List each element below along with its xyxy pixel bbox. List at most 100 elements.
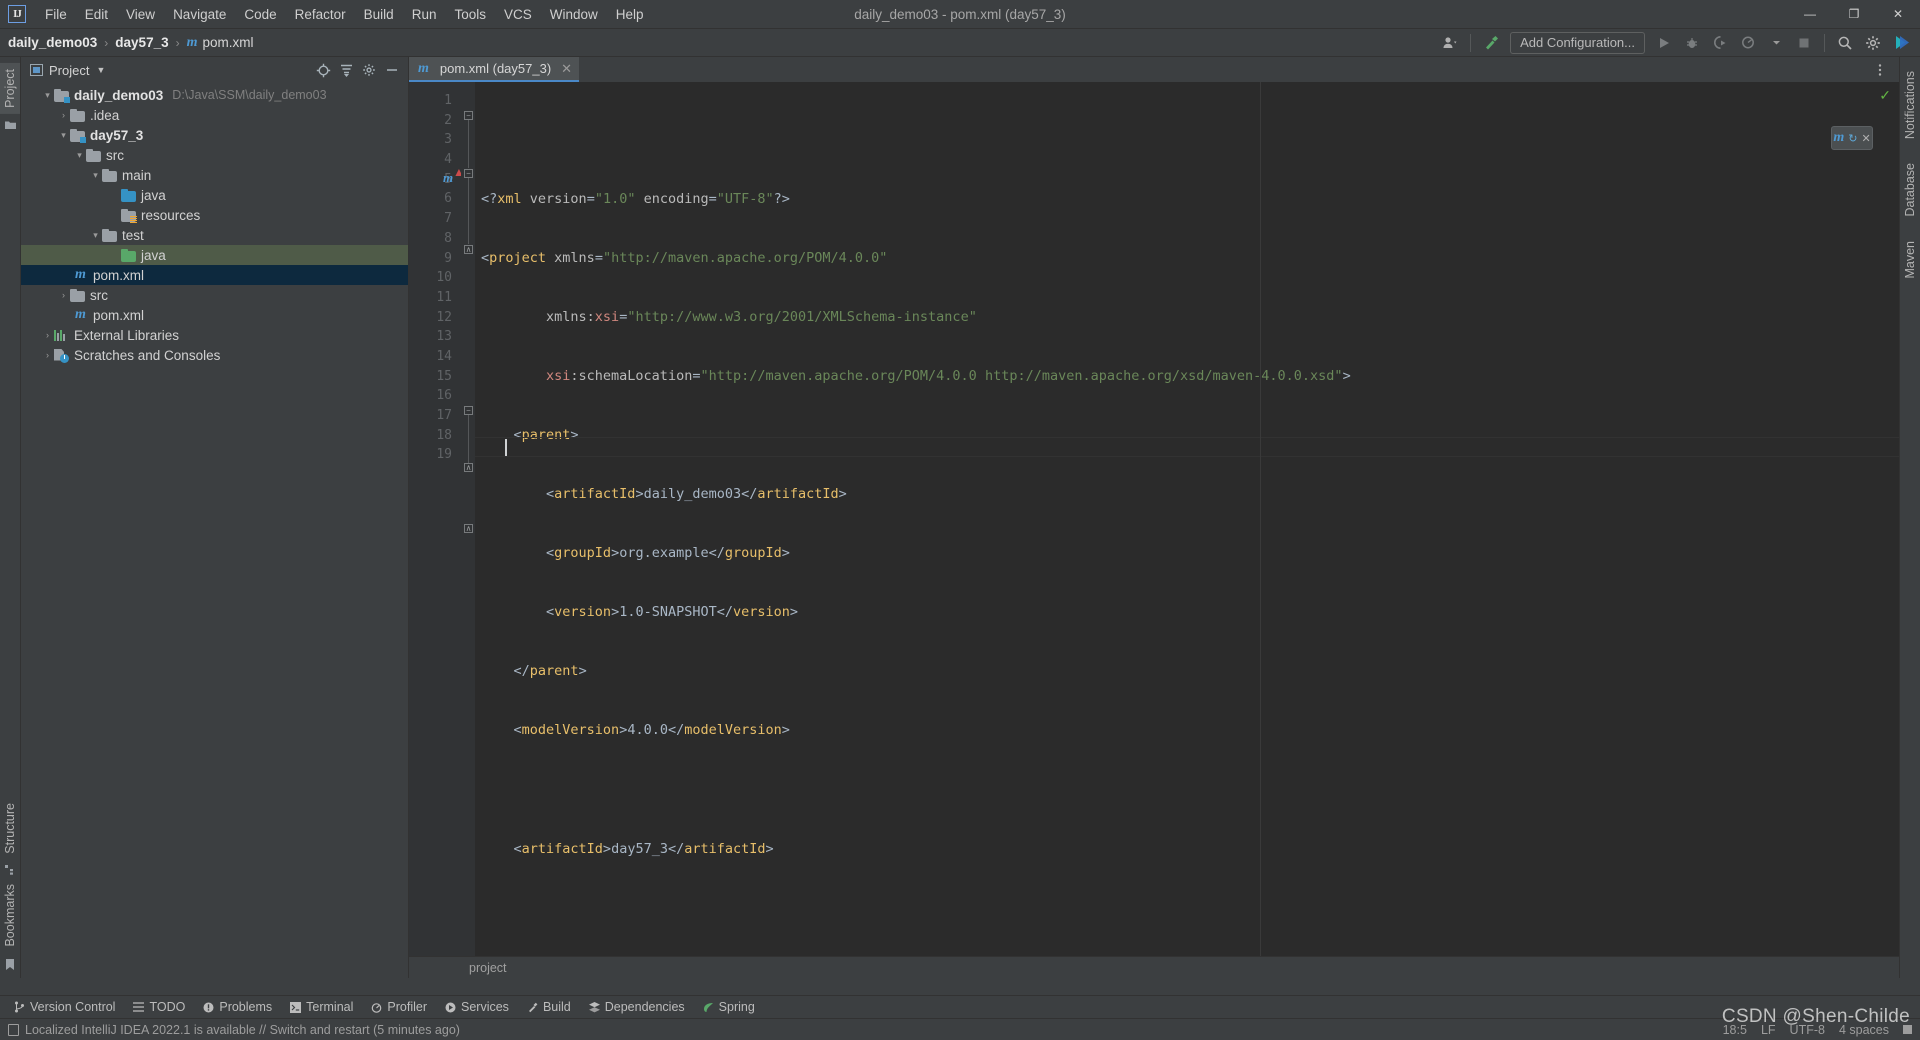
chevron-down-icon[interactable]: ▼: [96, 65, 105, 75]
add-configuration-button[interactable]: Add Configuration...: [1510, 31, 1645, 54]
menu-edit[interactable]: Edit: [76, 4, 117, 25]
status-message-area[interactable]: Localized IntelliJ IDEA 2022.1 is availa…: [8, 1023, 460, 1037]
expand-arrow-icon[interactable]: ▾: [89, 230, 102, 241]
close-icon[interactable]: ✕: [561, 61, 572, 77]
code-editor[interactable]: 1 2 3 4 5 6 7 8 9 10 11 12 13 14 15 16 1…: [409, 82, 1899, 956]
expand-arrow-icon[interactable]: ▾: [89, 170, 102, 181]
expand-arrow-icon[interactable]: ›: [57, 110, 70, 120]
inspection-status-icon[interactable]: ✓: [1879, 87, 1891, 104]
tool-button-build[interactable]: Build: [519, 998, 579, 1016]
maximize-button[interactable]: ❐: [1832, 0, 1876, 29]
code-folding-gutter[interactable]: − − ∧ − ∧ ∧: [461, 82, 475, 956]
maven-reload-notification[interactable]: m ↻ ✕: [1831, 126, 1873, 150]
menu-refactor[interactable]: Refactor: [286, 4, 355, 25]
tree-item-root-src[interactable]: › src: [21, 285, 408, 305]
tree-item-external-libraries[interactable]: › External Libraries: [21, 325, 408, 345]
menu-file[interactable]: File: [36, 4, 76, 25]
more-options-icon[interactable]: [1867, 58, 1893, 82]
expand-arrow-icon[interactable]: ›: [41, 330, 54, 340]
editor-tab-pom-xml[interactable]: m pom.xml (day57_3) ✕: [409, 57, 580, 82]
tree-item-test[interactable]: ▾ test: [21, 225, 408, 245]
tool-button-dependencies[interactable]: Dependencies: [581, 998, 693, 1016]
fold-expand-icon[interactable]: ∧: [464, 463, 473, 472]
unlocked-icon[interactable]: [1903, 1025, 1912, 1034]
file-encoding[interactable]: UTF-8: [1790, 1023, 1825, 1037]
fold-collapse-icon[interactable]: −: [464, 169, 473, 178]
sidebar-tab-notifications[interactable]: Notifications: [1900, 65, 1920, 145]
sidebar-tab-bookmarks[interactable]: Bookmarks: [0, 878, 20, 953]
hide-panel-icon[interactable]: [382, 60, 402, 80]
tool-button-services[interactable]: Services: [437, 998, 517, 1016]
breadcrumb-project[interactable]: daily_demo03: [8, 35, 97, 50]
indent-setting[interactable]: 4 spaces: [1839, 1023, 1889, 1037]
search-everywhere-icon[interactable]: [1832, 31, 1858, 55]
refresh-icon[interactable]: ↻: [1848, 132, 1857, 145]
code-text[interactable]: <?xml version="1.0" encoding="UTF-8"?> <…: [475, 82, 1899, 956]
expand-arrow-icon[interactable]: ▾: [57, 130, 70, 141]
fold-expand-icon[interactable]: ∧: [464, 524, 473, 533]
tree-item-root-pom[interactable]: m pom.xml: [21, 305, 408, 325]
stop-icon[interactable]: [1791, 31, 1817, 55]
tool-button-version-control[interactable]: Version Control: [6, 998, 123, 1016]
tree-item-day57-3[interactable]: ▾ day57_3: [21, 125, 408, 145]
menu-navigate[interactable]: Navigate: [164, 4, 235, 25]
fold-collapse-icon[interactable]: −: [464, 111, 473, 120]
sidebar-tab-project[interactable]: Project: [0, 63, 20, 114]
tool-button-problems[interactable]: Problems: [195, 998, 280, 1016]
profile-icon[interactable]: [1735, 31, 1761, 55]
tree-item-main-java[interactable]: java: [21, 185, 408, 205]
menu-run[interactable]: Run: [403, 4, 446, 25]
tree-item-resources[interactable]: resources: [21, 205, 408, 225]
fold-collapse-icon[interactable]: −: [464, 406, 473, 415]
menu-build[interactable]: Build: [355, 4, 403, 25]
menu-view[interactable]: View: [117, 4, 164, 25]
settings-gear-icon[interactable]: [1860, 31, 1886, 55]
editor-breadcrumb[interactable]: project: [409, 956, 1899, 978]
tree-item-label: daily_demo03: [74, 87, 164, 103]
collapse-all-icon[interactable]: [336, 60, 356, 80]
close-icon[interactable]: ✕: [1861, 132, 1870, 145]
tree-item-pom-day57[interactable]: m pom.xml: [21, 265, 408, 285]
maven-gutter-icon[interactable]: m: [443, 170, 453, 186]
sidebar-tab-database[interactable]: Database: [1900, 157, 1920, 223]
status-message[interactable]: Localized IntelliJ IDEA 2022.1 is availa…: [25, 1023, 460, 1037]
caret-position[interactable]: 18:5: [1723, 1023, 1747, 1037]
run-with-coverage-icon[interactable]: [1707, 31, 1733, 55]
expand-arrow-icon[interactable]: ▾: [41, 90, 54, 101]
tool-button-profiler[interactable]: Profiler: [363, 998, 435, 1016]
line-separator[interactable]: LF: [1761, 1023, 1776, 1037]
close-button[interactable]: ✕: [1876, 0, 1920, 29]
settings-gear-icon[interactable]: [359, 60, 379, 80]
minimize-button[interactable]: —: [1788, 0, 1832, 29]
tree-item-idea[interactable]: › .idea: [21, 105, 408, 125]
sidebar-tab-maven[interactable]: Maven: [1900, 235, 1920, 285]
menu-tools[interactable]: Tools: [445, 4, 495, 25]
run-icon[interactable]: [1651, 31, 1677, 55]
debug-icon[interactable]: [1679, 31, 1705, 55]
hammer-build-icon[interactable]: [1478, 31, 1504, 55]
user-avatar-icon[interactable]: [1437, 31, 1463, 55]
breadcrumb-file[interactable]: m pom.xml: [187, 35, 254, 51]
menu-vcs[interactable]: VCS: [495, 4, 541, 25]
breadcrumb-module[interactable]: day57_3: [115, 35, 168, 50]
chevron-down-icon[interactable]: [1763, 31, 1789, 55]
tree-item-main[interactable]: ▾ main: [21, 165, 408, 185]
tree-item-scratches-consoles[interactable]: › Scratches and Consoles: [21, 345, 408, 365]
sidebar-tab-structure[interactable]: Structure: [0, 797, 20, 860]
fold-expand-icon[interactable]: ∧: [464, 245, 473, 254]
tool-button-spring[interactable]: Spring: [695, 998, 763, 1016]
expand-arrow-icon[interactable]: ›: [57, 290, 70, 300]
tree-item-src[interactable]: ▾ src: [21, 145, 408, 165]
menu-window[interactable]: Window: [541, 4, 607, 25]
expand-arrow-icon[interactable]: ›: [41, 350, 54, 360]
tool-button-terminal[interactable]: Terminal: [282, 998, 361, 1016]
tree-item-test-java[interactable]: java: [21, 245, 408, 265]
locate-target-icon[interactable]: [313, 60, 333, 80]
project-tree[interactable]: ▾ daily_demo03 D:\Java\SSM\daily_demo03 …: [21, 83, 408, 978]
tree-item-daily-demo03[interactable]: ▾ daily_demo03 D:\Java\SSM\daily_demo03: [21, 85, 408, 105]
tool-button-todo[interactable]: TODO: [125, 998, 193, 1016]
menu-code[interactable]: Code: [235, 4, 285, 25]
menu-help[interactable]: Help: [607, 4, 653, 25]
expand-arrow-icon[interactable]: ▾: [73, 150, 86, 161]
ide-assistant-icon[interactable]: [1888, 31, 1914, 55]
